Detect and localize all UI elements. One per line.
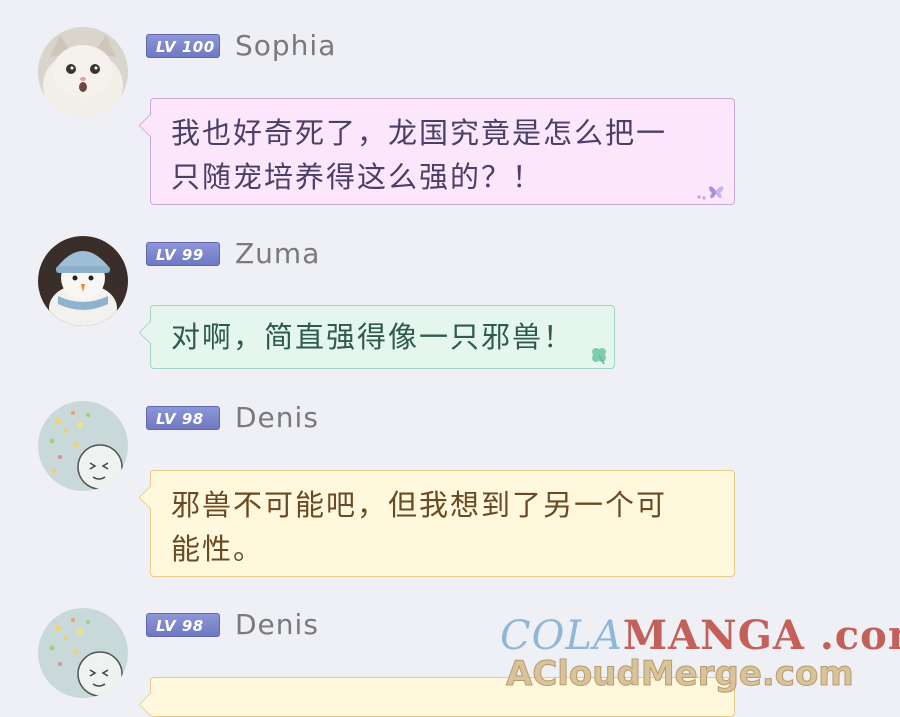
message-line: 能性。 [171, 532, 265, 566]
bubble-tail [138, 692, 163, 717]
message-bubble: 邪兽不可能吧，但我想到了另一个可 能性。 [138, 470, 735, 577]
username[interactable]: Sophia [235, 30, 336, 62]
message-bubble: 我也好奇死了，龙国究竟是怎么把一 只随宠培养得这么强的？！ [138, 98, 735, 205]
bubble-tail [138, 113, 163, 138]
level-badge: LV 100 [146, 34, 220, 58]
username[interactable]: Denis [235, 609, 319, 641]
message-line: 我也好奇死了，龙国究竟是怎么把一 [171, 116, 668, 150]
doodle-face-avatar-icon [38, 401, 128, 491]
message-line: 对啊，简直强得像一只邪兽！ [171, 320, 575, 354]
username[interactable]: Denis [235, 402, 319, 434]
username[interactable]: Zuma [235, 238, 320, 270]
bubble-tail [138, 320, 163, 345]
avatar[interactable] [38, 608, 128, 698]
doodle-face-avatar-icon [38, 608, 128, 698]
level-badge: LV 98 [146, 613, 220, 637]
watermark-cola: COLA [500, 613, 623, 659]
message-line: 邪兽不可能吧，但我想到了另一个可 [171, 488, 668, 522]
snowman-avatar-icon [38, 236, 128, 326]
avatar[interactable] [38, 236, 128, 326]
watermark-manga: MANGA [622, 612, 805, 659]
level-badge: LV 98 [146, 406, 220, 430]
cat-avatar-icon [38, 27, 128, 117]
avatar[interactable] [38, 401, 128, 491]
avatar[interactable] [38, 27, 128, 117]
watermark-logo: COLAMANGA .com [500, 612, 900, 659]
watermark-subtitle: ACloudMerge.com [506, 654, 855, 695]
butterfly-icon [697, 186, 724, 200]
message-bubble: 对啊，简直强得像一只邪兽！ [138, 305, 615, 369]
level-badge: LV 99 [146, 242, 220, 266]
message-line: 只随宠培养得这么强的？！ [171, 160, 544, 194]
bubble-tail [138, 485, 163, 510]
clover-icon [592, 348, 606, 365]
watermark: COLAMANGA .com ACloudMerge.com [500, 612, 900, 703]
watermark-domain: .com [819, 612, 900, 659]
